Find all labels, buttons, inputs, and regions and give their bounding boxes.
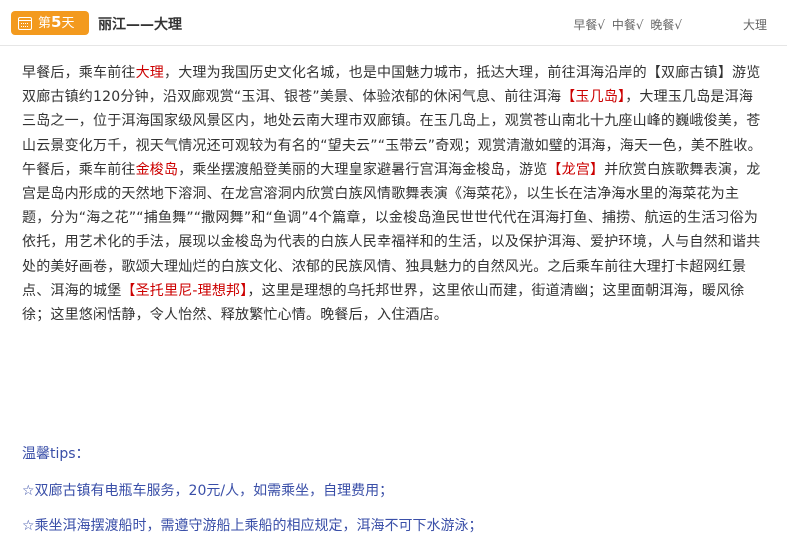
highlight-jinsuodao: 金梭岛 bbox=[135, 161, 179, 178]
day-header: 第5天 丽江——大理 早餐√ 中餐√ 晚餐√ 大理 bbox=[0, 0, 787, 46]
tip-item: ☆乘坐洱海摆渡船时，需遵守游船上乘船的相应规定，洱海不可下水游泳； bbox=[22, 518, 483, 534]
highlight-yujidao: 【玉几岛】 bbox=[561, 89, 626, 106]
itinerary-text: 早餐后，乘车前往 bbox=[22, 65, 136, 81]
day-suffix: 天 bbox=[61, 16, 75, 31]
meal-breakfast: 早餐√ bbox=[573, 18, 606, 32]
accommodation-city: 大理 bbox=[742, 18, 767, 32]
meals-info: 早餐√ 中餐√ 晚餐√ bbox=[573, 16, 685, 33]
day-label: 第5天 bbox=[38, 10, 74, 36]
itinerary-text: 并欣赏白族歌舞表演，龙宫是岛内形成的天然地下溶洞、在龙宫溶洞内欣赏白族风情歌舞表… bbox=[22, 161, 761, 299]
meal-lunch: 中餐√ bbox=[611, 18, 644, 32]
highlight-lixiangbang: 【圣托里尼-理想邦】 bbox=[121, 282, 248, 299]
meal-dinner: 晚餐√ bbox=[650, 18, 682, 32]
day-number: 5 bbox=[51, 13, 62, 31]
tips-title: 温馨tips： bbox=[22, 446, 90, 462]
day-badge: 第5天 bbox=[11, 11, 89, 35]
itinerary-text: ，乘坐摆渡船登美丽的大理皇家避暑行宫洱海金梭岛，游览 bbox=[178, 161, 548, 178]
highlight-dali: 大理 bbox=[135, 65, 165, 81]
itinerary-description: 早餐后，乘车前往大理，大理为我国历史文化名城，也是中国魅力城市，抵达大理，前往洱… bbox=[22, 61, 767, 327]
day-prefix: 第 bbox=[38, 16, 52, 31]
route-title: 丽江——大理 bbox=[98, 17, 182, 33]
calendar-icon bbox=[18, 16, 32, 30]
tip-item: ☆双廊古镇有电瓶车服务，20元/人，如需乘坐，自理费用； bbox=[22, 483, 394, 499]
highlight-longgong: 【龙宫】 bbox=[547, 161, 605, 178]
